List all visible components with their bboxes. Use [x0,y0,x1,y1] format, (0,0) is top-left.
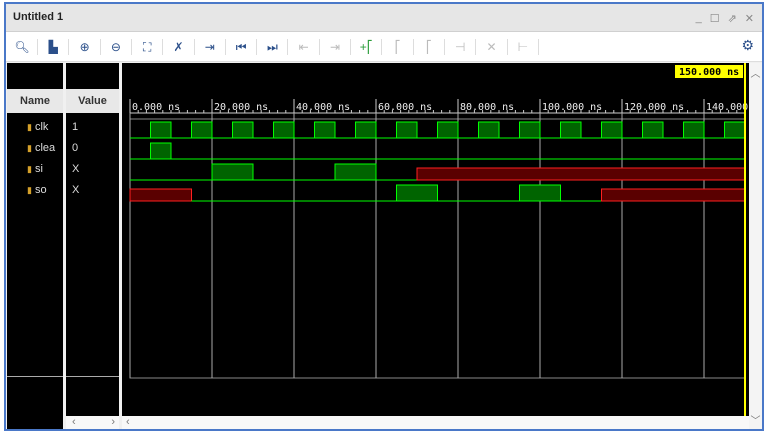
signal-label: si [34,163,43,175]
scroll-left-icon[interactable]: ‹ [72,416,76,428]
delete-marker-icon[interactable]: ✕ [482,37,502,57]
time-label: 120.000 ns [624,102,684,113]
cursor-label: 150.000 ns [679,67,739,78]
wave-high-si [334,163,377,181]
signal-icon: ▮ [27,164,32,174]
next-marker-icon[interactable]: ⎡ [419,37,439,57]
time-label: 60.000 ns [378,102,432,113]
wave-high-clk [355,121,377,139]
zoom-in-icon[interactable]: ⊕ [75,37,95,57]
signal-value-clk: 1 [72,121,79,133]
search-icon[interactable]: 🔍︎ [12,37,32,57]
value-column: Value 1 0 XX [66,63,119,416]
next-transition-icon[interactable]: ⇥ [325,37,345,57]
maximize-icon[interactable]: ☐ [710,12,720,25]
wave-high-clk [601,121,623,139]
wave-high-clea [150,142,172,160]
window-title: Untitled 1 [13,11,64,23]
value-hscrollbar[interactable]: ‹ › [66,416,119,429]
time-label: 20.000 ns [214,102,268,113]
wave-x-so [601,188,746,202]
add-marker-icon[interactable]: +⎡ [356,37,376,57]
signal-label: so [34,184,47,196]
signal-name-clea[interactable]: ▮ clea [27,138,55,158]
wave-high-clk [519,121,541,139]
snap-icon[interactable]: ⊢ [513,37,533,57]
wave-high-so [396,184,438,202]
go-to-start-icon[interactable]: ⏮ [231,37,251,57]
signal-label: clk [34,121,49,133]
signal-value-so: X [72,184,80,196]
signal-icon: ▮ [27,143,32,153]
wave-high-clk [396,121,418,139]
cursor-to-zero-icon[interactable]: ✗ [169,37,189,57]
wave-hscrollbar[interactable]: ‹ [122,416,749,429]
toolbar: ⚙ 🔍︎ ▙ ⊕ ⊖ ⛶ ✗ ⇥ ⏮ ⏭ ⇤ ⇥ +⎡ ⎡ ⎡ ⊣ ✕ ⊢ [6,32,762,62]
scroll-down-icon[interactable]: ﹀ [749,412,762,427]
signal-value-si: X [72,163,80,175]
time-label: 40.000 ns [296,102,350,113]
wave-high-clk [191,121,213,139]
save-icon[interactable]: ▙ [43,37,63,57]
wave-x-si [416,167,746,181]
prev-transition-icon[interactable]: ⇤ [294,37,314,57]
name-header: Name [7,89,63,113]
zoom-fit-icon[interactable]: ⛶ [137,37,157,57]
signal-value-clea: 0 [72,142,79,154]
swap-cursors-icon[interactable]: ⊣ [450,37,470,57]
signal-name-so[interactable]: ▮ so [27,180,47,200]
signal-icon: ▮ [27,185,32,195]
scroll-right-icon[interactable]: › [111,416,115,428]
time-label: 100.000 ns [542,102,602,113]
wave-high-si [211,163,254,181]
signal-label: clea [34,142,56,154]
title-bar: Untitled 1 _ ☐ ⇗ ✕ [6,4,762,32]
waveform-canvas[interactable]: 0.000 ns 20.000 ns 40.000 ns 60.000 ns 80.00… [122,63,749,416]
wave-high-clk [478,121,500,139]
wave-high-clk [273,121,295,139]
wave-high-clk [314,121,336,139]
wave-high-clk [437,121,459,139]
name-column: Name ▮ clk ▮ clea ▮ si ▮ so [7,63,63,429]
signal-name-si[interactable]: ▮ si [27,159,43,179]
vertical-scrollbar[interactable]: ︿ ﹀ [749,63,762,429]
signal-icon: ▮ [27,122,32,132]
waveform-window: Untitled 1 _ ☐ ⇗ ✕ ⚙ 🔍︎ ▙ ⊕ ⊖ ⛶ ✗ ⇥ ⏮ ⏭ ⇤ ⇥ +⎡ ⎡ ⎡ ⊣ ✕ ⊢… [4,2,764,431]
wave-high-clk [232,121,254,139]
prev-marker-icon[interactable]: ⎡ [388,37,408,57]
wave-high-clk [724,121,746,139]
value-header: Value [66,89,119,113]
gear-icon[interactable]: ⚙ [741,37,754,54]
go-to-time-icon[interactable]: ⇥ [200,37,220,57]
float-icon[interactable]: ⇗ [728,12,737,25]
wave-x-so [129,188,192,202]
minimize-icon[interactable]: _ [696,12,702,25]
go-to-end-icon[interactable]: ⏭ [262,37,282,57]
scroll-left-icon[interactable]: ‹ [126,416,130,428]
time-label: 80.000 ns [460,102,514,113]
close-icon[interactable]: ✕ [745,12,754,25]
wave-high-clk [683,121,705,139]
zoom-out-icon[interactable]: ⊖ [106,37,126,57]
signal-name-clk[interactable]: ▮ clk [27,117,48,137]
wave-high-so [519,184,561,202]
scroll-up-icon[interactable]: ︿ [749,65,762,80]
wave-high-clk [560,121,582,139]
time-label: 0.000 ns [132,102,180,113]
time-label: 140.000 [706,102,748,113]
plot-frame [129,118,746,379]
wave-high-clk [150,121,172,139]
wave-high-clk [642,121,664,139]
